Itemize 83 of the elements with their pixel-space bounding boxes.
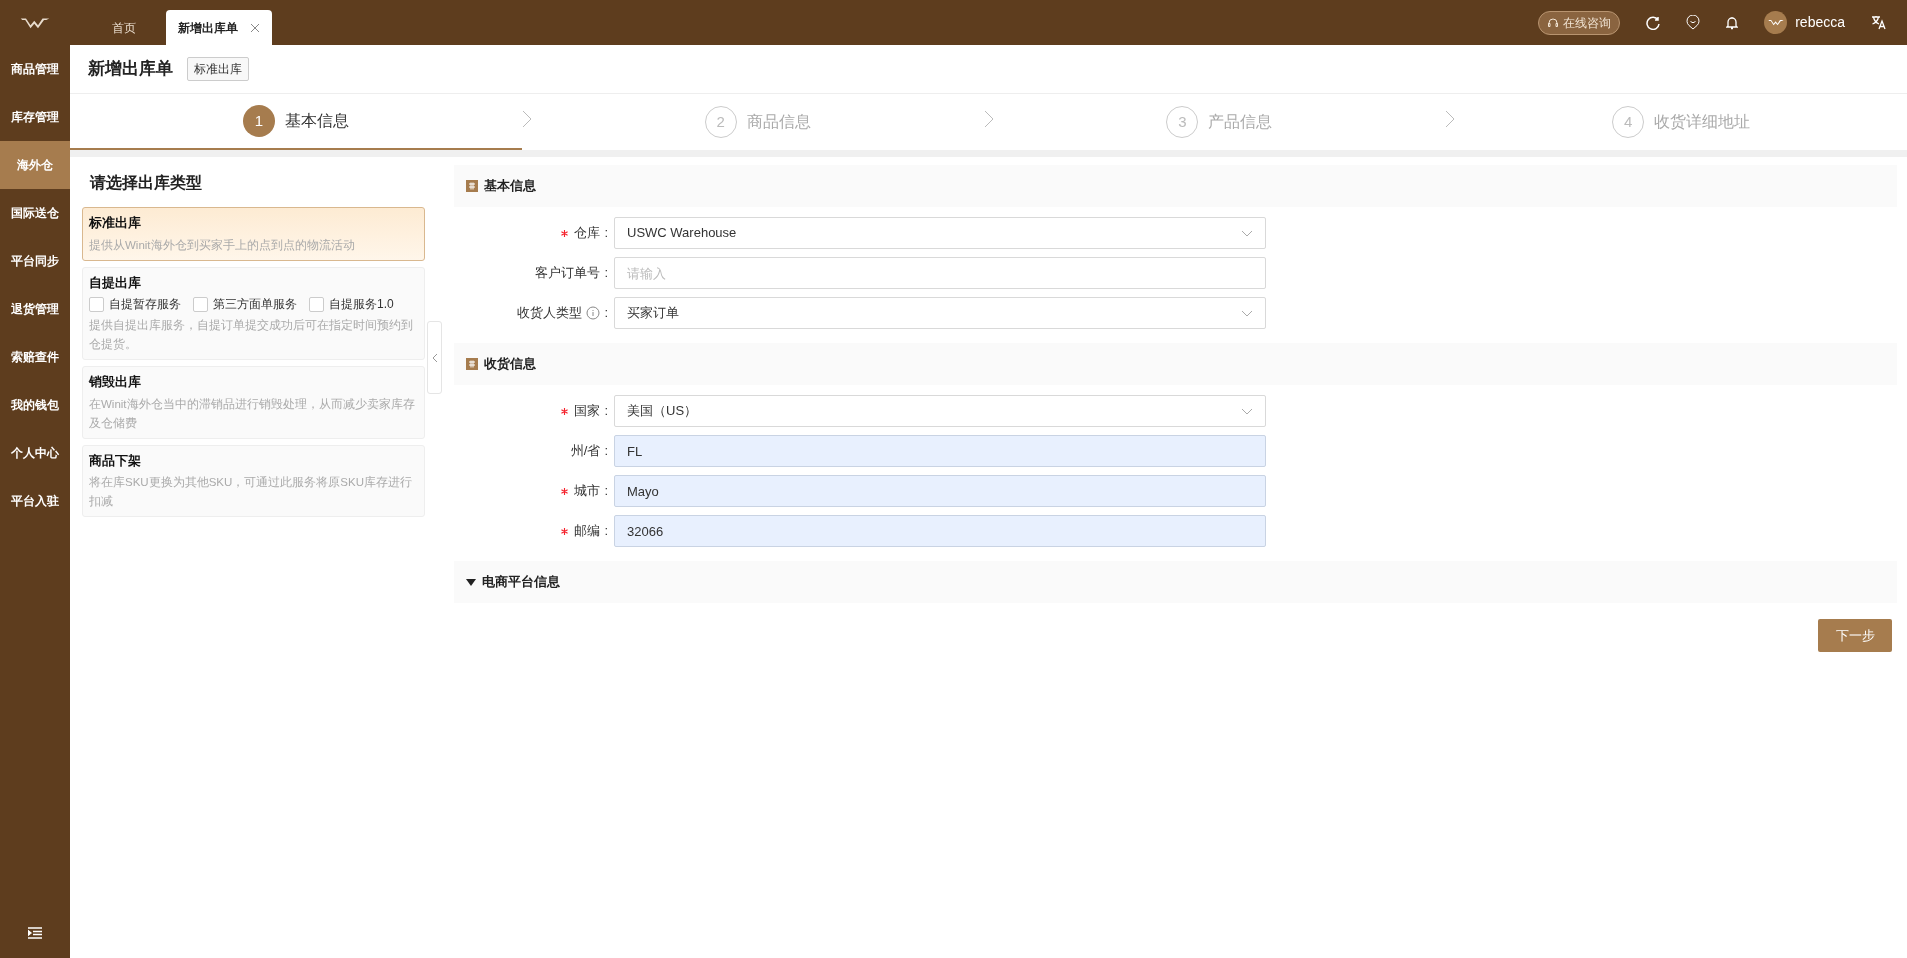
user-avatar[interactable] [1764, 11, 1788, 34]
field-label: 城市 [574, 482, 601, 501]
field-label: 国家 [574, 402, 601, 421]
next-step-button[interactable]: 下一步 [1818, 619, 1892, 652]
section-icon [466, 180, 478, 192]
collapse-menu-icon[interactable] [28, 927, 42, 939]
select-field[interactable]: 美国（US） [614, 395, 1266, 427]
outbound-type-card[interactable]: 商品下架 将在库SKU更换为其他SKU，可通过此服务将原SKU库存进行扣减 [82, 444, 425, 517]
sidebar-item[interactable]: 商品管理 [0, 45, 70, 93]
card-title: 标准出库 [89, 214, 142, 232]
section-icon [466, 358, 478, 370]
section-header[interactable]: 电商平台信息 [454, 561, 1897, 603]
sidebar-item[interactable]: 退货管理 [0, 285, 70, 333]
field-label: 州/省 [570, 442, 601, 461]
text-field[interactable]: FL [614, 435, 1266, 467]
checkbox-label: 自提暂存服务 [109, 296, 181, 313]
section-title: 基本信息 [484, 177, 536, 196]
refresh-icon[interactable] [1646, 15, 1661, 30]
online-consult-button[interactable]: 在线咨询 [1538, 10, 1621, 35]
label-colon: : [604, 522, 608, 541]
card-description: 在Winit海外仓当中的滞销品进行销毁处理，从而减少卖家库存及仓储费 [89, 396, 416, 431]
outbound-type-card[interactable]: 自提出库 自提暂存服务 第三方面单服务 自提服务1.0 提供自提出库服务，自提订单提交成功后可在指定时间预约到仓提货。 [82, 266, 425, 360]
chevron-right-icon [983, 110, 994, 128]
headset-icon [1547, 16, 1560, 29]
required-asterisk-icon [561, 229, 569, 237]
close-icon[interactable] [250, 22, 260, 33]
required-asterisk-icon [561, 527, 569, 535]
username[interactable]: rebecca [1795, 12, 1845, 33]
page-tab[interactable]: 首页 [100, 10, 148, 45]
collapse-panel-handle[interactable] [427, 321, 442, 394]
sidebar-item[interactable]: 库存管理 [0, 93, 70, 141]
chevron-right-icon [1445, 110, 1456, 128]
panel-title: 请选择出库类型 [88, 173, 203, 193]
chevron-left-icon [431, 352, 438, 363]
page-title: 新增出库单 [88, 58, 173, 81]
sidebar-item[interactable]: 平台入驻 [0, 477, 70, 525]
sidebar-item[interactable]: 索赔查件 [0, 333, 70, 381]
select-field[interactable]: 买家订单 [614, 297, 1266, 329]
label-colon: : [604, 224, 608, 243]
section-title: 收货信息 [484, 355, 536, 374]
outbound-type-card[interactable]: 标准出库 提供从Winit海外仓到买家手上的点到点的物流活动 [82, 207, 425, 261]
text-field[interactable]: 32066 [614, 515, 1266, 547]
section-title: 电商平台信息 [482, 573, 560, 592]
order-type-tag: 标准出库 [187, 57, 249, 81]
required-asterisk-icon [561, 407, 569, 415]
sidebar-item[interactable]: 海外仓 [0, 141, 70, 189]
label-colon: : [604, 304, 608, 323]
text-field[interactable]: Mayo [614, 475, 1266, 507]
sidebar-item[interactable]: 平台同步 [0, 237, 70, 285]
card-title: 商品下架 [89, 451, 142, 470]
field-label: 客户订单号 [535, 264, 601, 283]
checkbox-label: 自提服务1.0 [329, 296, 394, 313]
card-description: 将在库SKU更换为其他SKU，可通过此服务将原SKU库存进行扣减 [89, 475, 413, 509]
label-colon: : [604, 442, 608, 461]
step-number: 1 [242, 105, 275, 137]
select-field[interactable]: USWC Warehouse [614, 217, 1266, 249]
logo-icon [1767, 19, 1784, 26]
card-description: 提供自提出库服务，自提订单提交成功后可在指定时间预约到仓提货。 [89, 318, 414, 352]
field-label: 收货人类型 [517, 304, 583, 323]
label-colon: : [604, 402, 608, 421]
translate-icon[interactable] [1871, 15, 1887, 30]
sidebar-item[interactable]: 我的钱包 [0, 381, 70, 429]
smiley-pin-icon[interactable] [1686, 15, 1701, 30]
required-asterisk-icon [561, 487, 569, 495]
bell-icon[interactable] [1726, 15, 1739, 30]
info-icon[interactable] [586, 306, 601, 320]
card-title: 自提出库 [89, 273, 142, 292]
checkbox-label: 第三方面单服务 [213, 296, 297, 313]
text-field[interactable]: 请输入 [614, 257, 1266, 289]
field-label: 邮编 [574, 522, 601, 541]
label-colon: : [604, 264, 608, 283]
label-colon: : [604, 482, 608, 501]
checkbox[interactable] [89, 296, 104, 312]
page-tab[interactable]: 新增出库单 [166, 10, 272, 45]
checkbox[interactable] [309, 296, 324, 312]
card-title: 销毁出库 [89, 373, 142, 391]
sidebar-item[interactable]: 国际送仓 [0, 189, 70, 237]
chevron-right-icon [521, 110, 532, 128]
outbound-type-card[interactable]: 销毁出库 在Winit海外仓当中的滞销品进行销毁处理，从而减少卖家库存及仓储费 [82, 366, 425, 439]
field-label: 仓库 [574, 224, 601, 243]
sidebar-item[interactable]: 个人中心 [0, 429, 70, 477]
checkbox[interactable] [193, 296, 208, 312]
card-description: 提供从Winit海外仓到买家手上的点到点的物流活动 [89, 237, 356, 253]
